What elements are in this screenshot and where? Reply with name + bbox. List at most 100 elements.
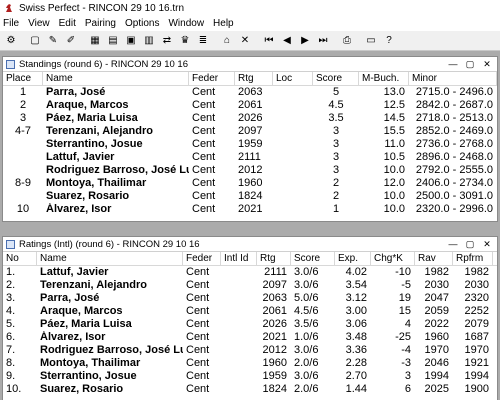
- standings-col-mbuch[interactable]: M-Buch.: [359, 71, 409, 86]
- pen-icon: ✎: [48, 34, 58, 46]
- menu-item-pairing[interactable]: Pairing: [85, 18, 116, 29]
- ratings-col-rav[interactable]: Rav: [415, 251, 453, 266]
- standings-col-place[interactable]: Place: [3, 71, 43, 86]
- ratings-window: Ratings (Intl) (round 6) - RINCON 29 10 …: [2, 236, 498, 400]
- ratings-col-rtg[interactable]: Rtg: [257, 251, 291, 266]
- standings-cell-minor: 2736.0 - 2768.0: [415, 138, 493, 150]
- ratings-cell-feder: Cent: [186, 331, 210, 343]
- ratings-cell-rav: 1994: [424, 370, 449, 382]
- standings-col-loc[interactable]: Loc: [273, 71, 313, 86]
- preview-button[interactable]: ▭: [363, 33, 379, 49]
- table-row[interactable]: Suarez, Rosario Cent 1824 2 10.0 2500.0 - 309…: [3, 190, 497, 203]
- ratings-cell-exp: 3.06: [345, 318, 367, 330]
- table-row[interactable]: 1. Lattuf, Javier Cent 2111 3.0/6 4.02 -10 1982…: [3, 266, 497, 279]
- shuffle-button[interactable]: ⇄: [159, 33, 175, 49]
- standings-cell-place: 8-9: [15, 177, 31, 189]
- standings-col-rtg[interactable]: Rtg: [235, 71, 273, 86]
- ratings-col-exp[interactable]: Exp.: [335, 251, 371, 266]
- table-row[interactable]: 3 Páez, Maria Luisa Cent 2026 3.5 14.5 2718.0 …: [3, 112, 497, 125]
- list-button[interactable]: ≣: [195, 33, 211, 49]
- ratings-cell-name: Sterrantino, Josue: [40, 370, 137, 382]
- ratings-col-no[interactable]: No: [3, 251, 37, 266]
- close-icon[interactable]: ✕: [480, 238, 494, 250]
- pen-button[interactable]: ✎: [45, 33, 61, 49]
- standings-cell-feder: Cent: [192, 164, 216, 176]
- standings-col-feder[interactable]: Feder: [189, 71, 235, 86]
- standings-cell-name: Parra, José: [46, 86, 106, 98]
- standings-col-minor[interactable]: Minor: [409, 71, 497, 86]
- table-row[interactable]: 4. Araque, Marcos Cent 2061 4.5/6 3.00 15 2059 2…: [3, 305, 497, 318]
- standings-cell-feder: Cent: [192, 112, 216, 124]
- grid-button[interactable]: ▤: [105, 33, 121, 49]
- table-row[interactable]: 8-9 Montoya, Thailimar Cent 1960 2 12.0 2406.0…: [3, 177, 497, 190]
- menu-item-help[interactable]: Help: [213, 18, 234, 29]
- ratings-col-feder[interactable]: Feder: [183, 251, 221, 266]
- ratings-cell-rav: 2059: [424, 305, 449, 317]
- pen-star-button[interactable]: ✐: [63, 33, 79, 49]
- building-icon: ⌂: [223, 34, 231, 46]
- table-row[interactable]: Sterrantino, Josue Cent 1959 3 11.0 2736.0 - …: [3, 138, 497, 151]
- menu-item-file[interactable]: File: [3, 18, 19, 29]
- standings-cell-minor: 2406.0 - 2734.0: [415, 177, 493, 189]
- table-row[interactable]: 1 Parra, José Cent 2063 5 13.0 2715.0 - 2496.0: [3, 86, 497, 99]
- table-row[interactable]: 2. Terenzani, Alejandro Cent 2097 3.0/6 3.54 -…: [3, 279, 497, 292]
- table-row[interactable]: 5. Páez, Maria Luisa Cent 2026 3.5/6 3.06 4 202…: [3, 318, 497, 331]
- ratings-col-chg[interactable]: Chg*K: [371, 251, 415, 266]
- ratings-cell-name: Lattuf, Javier: [40, 266, 109, 278]
- standings-col-name[interactable]: Name: [43, 71, 189, 86]
- table-row[interactable]: 4-7 Terenzani, Alejandro Cent 2097 3 15.5 2852…: [3, 125, 497, 138]
- last-icon: ⏭: [318, 34, 328, 46]
- delete-icon: ✕: [240, 34, 250, 46]
- new-button[interactable]: ▢: [27, 33, 43, 49]
- print-button[interactable]: ⎙: [339, 33, 355, 49]
- ratings-cell-no: 9.: [6, 370, 16, 382]
- standings-cell-rtg: 1959: [238, 138, 263, 150]
- standings-cell-minor: 2718.0 - 2513.0: [415, 112, 493, 124]
- standings-button[interactable]: ▥: [141, 33, 157, 49]
- ratings-cell-score: 3.0/6: [294, 266, 319, 278]
- table-row[interactable]: 6. Álvarez, Isor Cent 2021 1.0/6 3.48 -25 1960 1…: [3, 331, 497, 344]
- standings-cell-score: 3: [332, 164, 340, 176]
- maximize-icon[interactable]: ▢: [463, 58, 477, 70]
- ratings-col-name[interactable]: Name: [37, 251, 183, 266]
- table-row[interactable]: 9. Sterrantino, Josue Cent 1959 3.0/6 2.70 3 19…: [3, 370, 497, 383]
- menu-item-options[interactable]: Options: [125, 18, 159, 29]
- ratings-col-rpfrm[interactable]: Rpfrm: [453, 251, 493, 266]
- menu-item-window[interactable]: Window: [168, 18, 204, 29]
- players-button[interactable]: ⚙: [3, 33, 19, 49]
- table-row[interactable]: Lattuf, Javier Cent 2111 3 10.5 2896.0 - 2468…: [3, 151, 497, 164]
- ratings-cell-name: Rodriguez Barroso, José Luis: [40, 344, 183, 356]
- grid-icon: ▤: [108, 34, 118, 46]
- ratings-col-intl[interactable]: Intl Id: [221, 251, 257, 266]
- table-icon: ▦: [90, 34, 100, 46]
- minimize-icon[interactable]: —: [446, 58, 460, 70]
- table-row[interactable]: 7. Rodriguez Barroso, José Luis Cent 2012 3.…: [3, 344, 497, 357]
- last-button[interactable]: ⏭: [315, 33, 331, 49]
- maximize-icon[interactable]: ▢: [463, 238, 477, 250]
- table-row[interactable]: 2 Araque, Marcos Cent 2061 4.5 12.5 2842.0 - 2…: [3, 99, 497, 112]
- table-button[interactable]: ▦: [87, 33, 103, 49]
- menu-item-edit[interactable]: Edit: [59, 18, 76, 29]
- app-titlebar: Swiss Perfect - RINCON 29 10 16.trn: [0, 0, 500, 16]
- trophy-button[interactable]: ♛: [177, 33, 193, 49]
- help-button[interactable]: ?: [381, 33, 397, 49]
- building-button[interactable]: ⌂: [219, 33, 235, 49]
- table-row[interactable]: 10 Álvarez, Isor Cent 2021 1 10.0 2320.0 - 299…: [3, 203, 497, 216]
- table-row[interactable]: 10. Suarez, Rosario Cent 1824 2.0/6 1.44 6 2025…: [3, 383, 497, 396]
- close-icon[interactable]: ✕: [480, 58, 494, 70]
- card-button[interactable]: ▣: [123, 33, 139, 49]
- first-button[interactable]: ⏮: [261, 33, 277, 49]
- ratings-cell-rtg: 1824: [262, 383, 287, 395]
- ratings-cell-name: Páez, Maria Luisa: [40, 318, 132, 330]
- standings-cell-rtg: 2097: [238, 125, 263, 137]
- delete-button[interactable]: ✕: [237, 33, 253, 49]
- minimize-icon[interactable]: —: [446, 238, 460, 250]
- table-row[interactable]: Rodriguez Barroso, José Luis Cent 2012 3 10.…: [3, 164, 497, 177]
- table-row[interactable]: 3. Parra, José Cent 2063 5.0/6 3.12 19 2047 2320: [3, 292, 497, 305]
- menu-item-view[interactable]: View: [28, 18, 50, 29]
- standings-col-score[interactable]: Score: [313, 71, 359, 86]
- table-row[interactable]: 8. Montoya, Thailimar Cent 1960 2.0/6 2.28 -3 2…: [3, 357, 497, 370]
- next-button[interactable]: ▶: [297, 33, 313, 49]
- prev-button[interactable]: ◀: [279, 33, 295, 49]
- ratings-col-score[interactable]: Score: [291, 251, 335, 266]
